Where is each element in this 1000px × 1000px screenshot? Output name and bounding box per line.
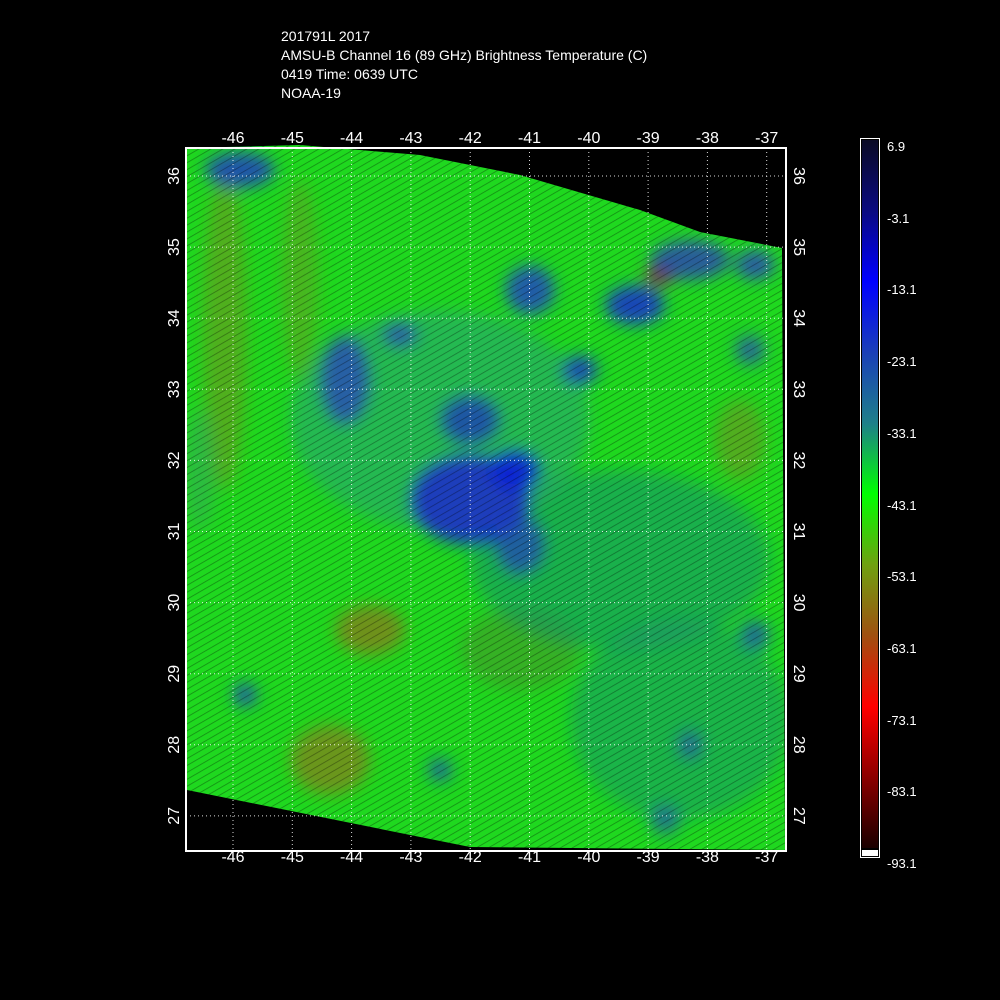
lat-tick-label: 35	[790, 238, 807, 256]
lon-tick-label: -38	[696, 849, 719, 866]
lon-tick-label: -44	[340, 849, 363, 866]
lat-tick-label: 36	[166, 167, 183, 185]
lon-tick-label: -42	[459, 849, 482, 866]
lat-tick-label: 32	[166, 451, 183, 469]
lat-tick-label: 29	[166, 665, 183, 683]
colorbar-label: -13.1	[887, 282, 917, 298]
lon-tick-label: -40	[577, 130, 600, 147]
lon-tick-label: -43	[399, 849, 422, 866]
lon-tick-label: -42	[459, 130, 482, 147]
lat-tick-label: 33	[790, 380, 807, 398]
swath-imagery	[187, 145, 785, 850]
lon-tick-label: -41	[518, 849, 541, 866]
lat-tick-label: 34	[790, 309, 807, 327]
lon-ticks-top: -46 -45 -44 -43 -42 -41 -40 -39 -38 -37	[221, 130, 778, 147]
lat-tick-label: 34	[166, 309, 183, 327]
lat-tick-label: 27	[790, 807, 807, 825]
lat-tick-label: 30	[790, 594, 807, 612]
lon-tick-label: -45	[281, 130, 304, 147]
lat-tick-label: 35	[166, 238, 183, 256]
lon-tick-label: -44	[340, 130, 363, 147]
colorbar-label: -43.1	[887, 497, 917, 513]
lon-tick-label: -40	[577, 849, 600, 866]
lat-tick-label: 28	[790, 736, 807, 754]
lat-tick-label: 31	[166, 523, 183, 541]
colorbar-label: -63.1	[887, 640, 917, 656]
lat-tick-label: 33	[166, 380, 183, 398]
lat-tick-label: 29	[790, 665, 807, 683]
lon-tick-label: -41	[518, 130, 541, 147]
lon-tick-label: -37	[755, 849, 778, 866]
lon-tick-label: -37	[755, 130, 778, 147]
colorbar-label: -53.1	[887, 569, 917, 585]
lon-tick-label: -39	[637, 849, 660, 866]
lon-tick-label: -43	[399, 130, 422, 147]
colorbar	[860, 138, 880, 858]
lon-tick-label: -46	[221, 849, 244, 866]
lat-tick-label: 30	[166, 594, 183, 612]
colorbar-label: -3.1	[887, 210, 910, 226]
lon-tick-label: -39	[637, 130, 660, 147]
colorbar-label: -73.1	[887, 712, 917, 728]
colorbar-bottom-swatch	[862, 850, 878, 856]
colorbar-gradient	[862, 140, 878, 848]
lon-tick-label: -46	[221, 130, 244, 147]
brightness-temperature-map: -46 -45 -44 -43 -42 -41 -40 -39 -38 -37 -46 -45 -44…	[166, 130, 807, 866]
lon-tick-label: -45	[281, 849, 304, 866]
lat-tick-label: 31	[790, 523, 807, 541]
colorbar-label: -93.1	[887, 856, 917, 871]
lat-tick-label: 28	[166, 736, 183, 754]
colorbar-label: -83.1	[887, 784, 917, 800]
colorbar-label: 6.9	[887, 139, 906, 154]
lat-tick-label: 27	[166, 807, 183, 825]
lat-ticks-right: 36 35 34 33 32 31 30 29 28 27	[790, 167, 807, 825]
colorbar-label: -23.1	[887, 354, 917, 370]
lat-tick-label: 32	[790, 452, 807, 470]
colorbar-label: -33.1	[887, 425, 917, 441]
lat-tick-label: 36	[790, 167, 807, 185]
lon-tick-label: -38	[696, 130, 719, 147]
lat-ticks-left: 36 35 34 33 32 31 30 29 28 27	[166, 167, 183, 825]
